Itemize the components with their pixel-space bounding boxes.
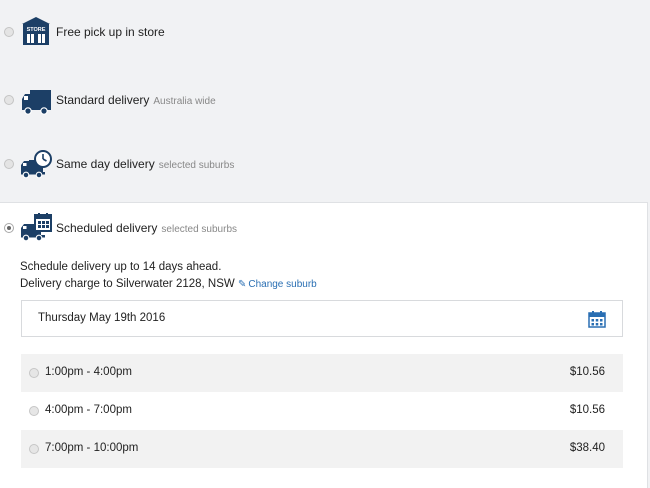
time-slot[interactable]: 4:00pm - 7:00pm $10.56 bbox=[21, 392, 623, 430]
delivery-charge-line: Delivery charge to Silverwater 2128, NSW… bbox=[20, 276, 317, 293]
store-label-text: Free pick up in store bbox=[56, 25, 165, 39]
standard-label-text: Standard delivery bbox=[56, 93, 150, 107]
delivery-option-scheduled[interactable]: Scheduled delivery selected suburbs bbox=[0, 211, 650, 245]
time-slot[interactable]: 1:00pm - 4:00pm $10.56 bbox=[21, 354, 623, 392]
scheduled-info: Schedule delivery up to 14 days ahead. D… bbox=[20, 259, 317, 293]
standard-label: Standard delivery Australia wide bbox=[56, 93, 216, 107]
truck-calendar-icon bbox=[21, 213, 52, 242]
delivery-option-same-day[interactable]: Same day delivery selected suburbs bbox=[0, 148, 650, 182]
same-day-sub-label: selected suburbs bbox=[158, 160, 235, 171]
truck-clock-icon bbox=[21, 150, 52, 179]
scheduled-radio[interactable] bbox=[4, 223, 14, 233]
store-badge-text: STORE bbox=[27, 27, 46, 33]
time-slot-radio[interactable] bbox=[29, 406, 39, 416]
time-slot-radio[interactable] bbox=[29, 368, 39, 378]
selected-date: Thursday May 19th 2016 bbox=[38, 312, 166, 324]
scheduled-label-text: Scheduled delivery bbox=[56, 221, 158, 235]
scheduled-sub-label: selected suburbs bbox=[161, 224, 238, 235]
time-slot[interactable]: 7:00pm - 10:00pm $38.40 bbox=[21, 430, 623, 468]
delivery-charge-text: Delivery charge to Silverwater 2128, NSW bbox=[20, 278, 235, 290]
scheduled-delivery-panel: Scheduled delivery selected suburbs Sched… bbox=[0, 202, 648, 488]
time-slot-time: 1:00pm - 4:00pm bbox=[45, 366, 132, 378]
schedule-ahead-text: Schedule delivery up to 14 days ahead. bbox=[20, 261, 222, 273]
scheduled-label: Scheduled delivery selected suburbs bbox=[56, 221, 237, 235]
time-slot-time: 7:00pm - 10:00pm bbox=[45, 442, 139, 454]
same-day-label-text: Same day delivery bbox=[56, 157, 155, 171]
delivery-option-store[interactable]: STORE Free pick up in store bbox=[0, 14, 650, 50]
time-slot-price: $38.40 bbox=[569, 442, 605, 454]
standard-radio[interactable] bbox=[4, 95, 14, 105]
delivery-date-picker[interactable]: Thursday May 19th 2016 bbox=[21, 300, 623, 337]
store-radio[interactable] bbox=[4, 27, 14, 37]
truck-icon bbox=[22, 90, 51, 115]
calendar-icon[interactable] bbox=[588, 310, 606, 328]
time-slot-time: 4:00pm - 7:00pm bbox=[45, 404, 132, 416]
standard-sub-label: Australia wide bbox=[153, 96, 216, 107]
change-suburb-link[interactable]: Change suburb bbox=[248, 279, 316, 290]
same-day-radio[interactable] bbox=[4, 159, 14, 169]
time-slot-price: $10.56 bbox=[569, 366, 605, 378]
same-day-label: Same day delivery selected suburbs bbox=[56, 157, 234, 171]
pencil-icon[interactable]: ✎ bbox=[238, 279, 246, 290]
time-slot-price: $10.56 bbox=[569, 404, 605, 416]
store-label: Free pick up in store bbox=[56, 25, 165, 39]
store-icon: STORE bbox=[22, 17, 50, 45]
time-slot-radio[interactable] bbox=[29, 444, 39, 454]
delivery-option-standard[interactable]: Standard delivery Australia wide bbox=[0, 84, 650, 118]
